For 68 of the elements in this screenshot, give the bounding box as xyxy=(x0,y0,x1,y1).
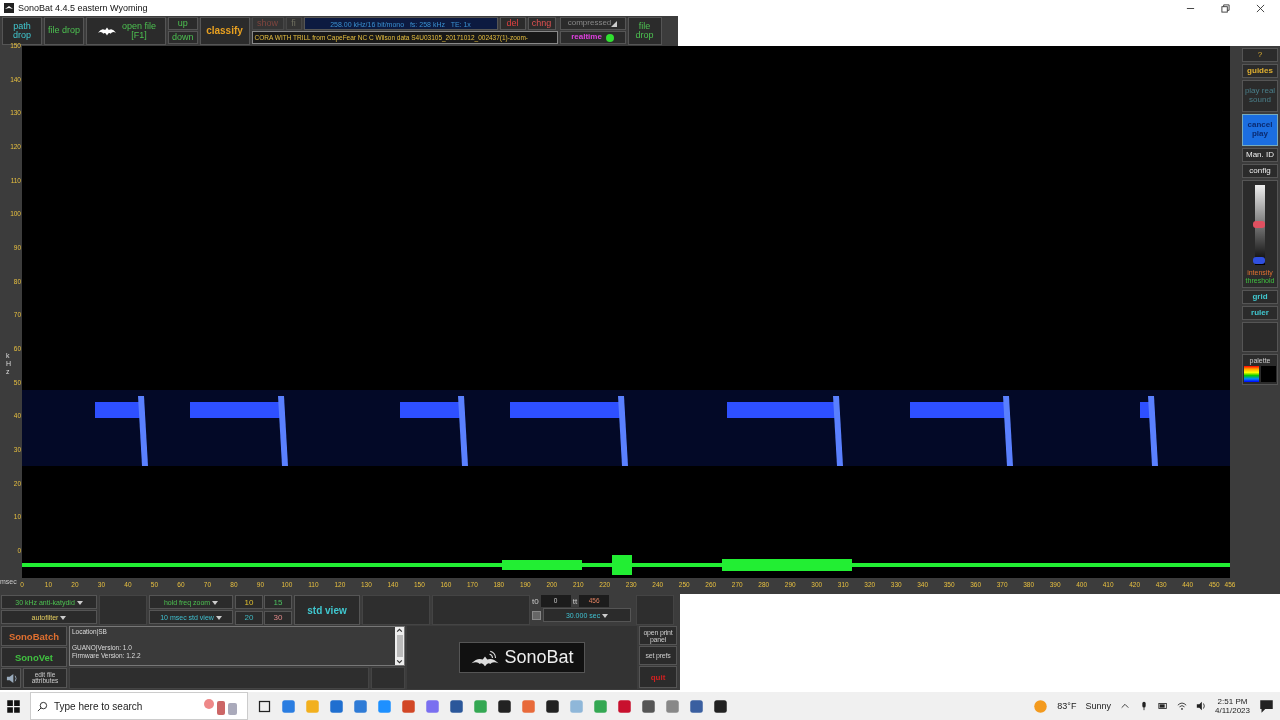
caret-icon xyxy=(215,615,222,622)
config-button[interactable]: config xyxy=(1242,164,1278,178)
help-button[interactable]: ? xyxy=(1242,48,1278,62)
checkbox[interactable] xyxy=(532,610,541,620)
change-button[interactable]: chng xyxy=(527,17,556,30)
slider-thumb[interactable] xyxy=(1253,257,1265,264)
caret-icon xyxy=(611,20,618,27)
open-file-button[interactable]: open file [F1] xyxy=(86,17,166,45)
empty-panel xyxy=(1242,322,1278,352)
realtime-toggle[interactable]: realtime xyxy=(559,31,626,44)
palette-swatch[interactable] xyxy=(1261,366,1276,382)
slider-track[interactable] xyxy=(1255,185,1265,265)
search-icon xyxy=(37,700,48,712)
preset-button[interactable]: 30 xyxy=(264,610,292,625)
window-title: SonoBat 4.4.5 eastern Wyoming xyxy=(18,3,148,13)
restore-icon[interactable] xyxy=(1221,3,1230,13)
file-drop-button[interactable]: file drop xyxy=(627,17,662,45)
app-icon[interactable] xyxy=(713,698,728,714)
battery-icon[interactable] xyxy=(1158,701,1168,711)
guides-button[interactable]: guides xyxy=(1242,64,1278,78)
weather-temp[interactable]: 83°F xyxy=(1057,701,1077,711)
clock-time[interactable]: 2:51 PM xyxy=(1217,697,1248,706)
manual-id-button[interactable]: Man. ID xyxy=(1242,148,1278,162)
caret-icon xyxy=(60,615,67,622)
std-view-button[interactable]: std view xyxy=(294,595,360,625)
slider-thumb[interactable] xyxy=(1253,221,1265,228)
grid-button[interactable]: grid xyxy=(1242,290,1278,304)
logo-text: SonoBat xyxy=(504,647,574,668)
up-button[interactable]: up xyxy=(168,17,198,30)
app-icon[interactable] xyxy=(545,698,560,714)
caret-icon xyxy=(602,613,609,620)
sonovet-button[interactable]: SonoVet xyxy=(1,647,67,667)
ruler-button[interactable]: ruler xyxy=(1242,306,1278,320)
caret-icon xyxy=(212,600,219,607)
search-field[interactable]: Type here to search xyxy=(30,692,248,720)
wifi-icon[interactable] xyxy=(1177,701,1187,711)
caret-icon xyxy=(76,600,83,607)
volume-icon[interactable] xyxy=(1196,701,1206,711)
open-file-label: open file [F1] xyxy=(122,21,156,41)
close-icon[interactable] xyxy=(1256,3,1265,13)
file-drop-button[interactable]: file drop xyxy=(44,17,84,45)
down-button[interactable]: down xyxy=(168,31,198,44)
app-icon[interactable] xyxy=(449,698,464,714)
sonobatch-button[interactable]: SonoBatch xyxy=(1,626,67,646)
microphone-icon[interactable] xyxy=(1139,701,1149,711)
app-icon[interactable] xyxy=(497,698,512,714)
classify-button[interactable]: classify xyxy=(199,17,250,45)
clock-date[interactable]: 4/11/2023 xyxy=(1215,706,1250,715)
task-view-icon[interactable] xyxy=(257,698,272,714)
weather-condition[interactable]: Sunny xyxy=(1085,701,1111,711)
notification-icon[interactable] xyxy=(1259,698,1274,714)
chevron-icon[interactable] xyxy=(1120,701,1130,711)
app-icon xyxy=(4,3,14,13)
speaker-button[interactable] xyxy=(1,668,21,688)
preset-button[interactable]: 10 xyxy=(235,595,263,609)
tt-label: tt xyxy=(572,596,578,606)
delete-button[interactable]: del xyxy=(499,17,526,30)
rainbow-swatch[interactable] xyxy=(1244,366,1259,382)
app-icon[interactable] xyxy=(641,698,656,714)
t0-label: t0 xyxy=(532,596,539,606)
preset-button[interactable]: 20 xyxy=(235,610,263,625)
scroll-up-icon[interactable] xyxy=(396,627,403,634)
scrollbar[interactable] xyxy=(395,627,404,665)
start-icon[interactable] xyxy=(6,698,21,714)
speaker-icon xyxy=(5,672,17,684)
compression-dropdown[interactable]: compressed xyxy=(559,17,626,30)
preset-button[interactable]: 15 xyxy=(264,595,292,609)
scroll-down-icon[interactable] xyxy=(396,658,403,665)
